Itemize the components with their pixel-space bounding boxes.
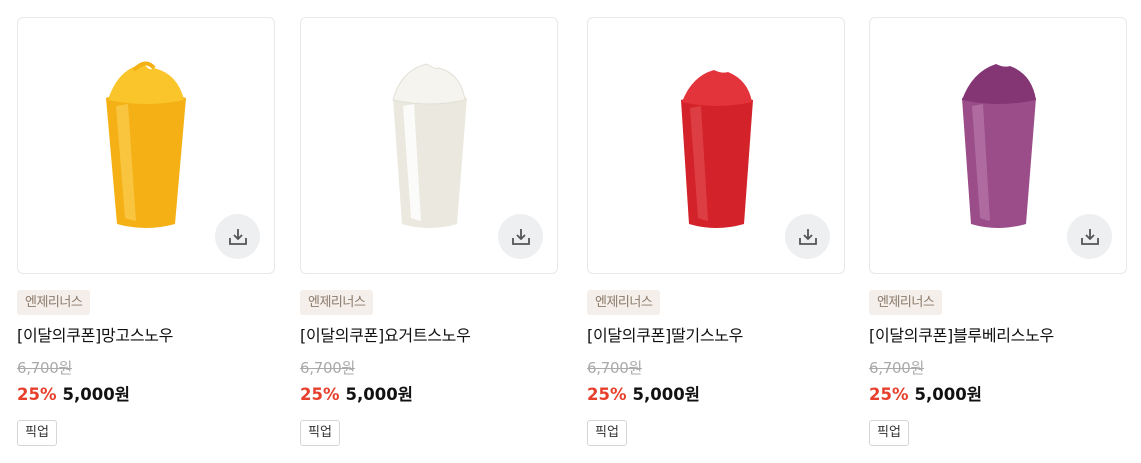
price-row: 25% 5,000원 <box>17 381 130 405</box>
pickup-tag: 픽업 <box>587 420 627 446</box>
price-row: 25% 5,000원 <box>587 381 700 405</box>
discount-rate: 25% <box>300 385 340 404</box>
download-button[interactable] <box>785 214 830 259</box>
original-price: 6,700원 <box>17 359 72 377</box>
product-image[interactable] <box>587 17 845 274</box>
sale-price: 5,000원 <box>345 385 413 404</box>
discount-rate: 25% <box>17 385 57 404</box>
download-icon <box>511 228 530 245</box>
discount-rate: 25% <box>869 385 909 404</box>
download-icon <box>1080 228 1099 245</box>
download-button[interactable] <box>498 214 543 259</box>
pickup-tag: 픽업 <box>17 420 57 446</box>
product-image[interactable] <box>869 17 1127 274</box>
product-title[interactable]: [이달의쿠폰]딸기스노우 <box>587 322 743 346</box>
product-image[interactable] <box>300 17 558 274</box>
original-price: 6,700원 <box>869 359 924 377</box>
brand-badge: 엔제리너스 <box>869 290 943 315</box>
sale-price: 5,000원 <box>914 385 982 404</box>
product-card[interactable]: 엔제리너스 [이달의쿠폰]블루베리스노우 6,700원 25% 5,000원 픽업 <box>869 17 1127 446</box>
download-button[interactable] <box>1067 214 1112 259</box>
pickup-tag: 픽업 <box>300 420 340 446</box>
price-row: 25% 5,000원 <box>300 381 413 405</box>
download-icon <box>228 228 247 245</box>
product-card[interactable]: 엔제리너스 [이달의쿠폰]망고스노우 6,700원 25% 5,000원 픽업 <box>17 17 275 446</box>
product-image[interactable] <box>17 17 275 274</box>
product-title[interactable]: [이달의쿠폰]요거트스노우 <box>300 322 471 346</box>
product-title[interactable]: [이달의쿠폰]망고스노우 <box>17 322 173 346</box>
original-price: 6,700원 <box>587 359 642 377</box>
discount-rate: 25% <box>587 385 627 404</box>
brand-badge: 엔제리너스 <box>587 290 661 315</box>
sale-price: 5,000원 <box>632 385 700 404</box>
product-card[interactable]: 엔제리너스 [이달의쿠폰]딸기스노우 6,700원 25% 5,000원 픽업 <box>587 17 845 446</box>
sale-price: 5,000원 <box>62 385 130 404</box>
download-icon <box>798 228 817 245</box>
product-title[interactable]: [이달의쿠폰]블루베리스노우 <box>869 322 1054 346</box>
download-button[interactable] <box>215 214 260 259</box>
pickup-tag: 픽업 <box>869 420 909 446</box>
brand-badge: 엔제리너스 <box>300 290 374 315</box>
product-card[interactable]: 엔제리너스 [이달의쿠폰]요거트스노우 6,700원 25% 5,000원 픽업 <box>300 17 558 446</box>
price-row: 25% 5,000원 <box>869 381 982 405</box>
brand-badge: 엔제리너스 <box>17 290 91 315</box>
original-price: 6,700원 <box>300 359 355 377</box>
